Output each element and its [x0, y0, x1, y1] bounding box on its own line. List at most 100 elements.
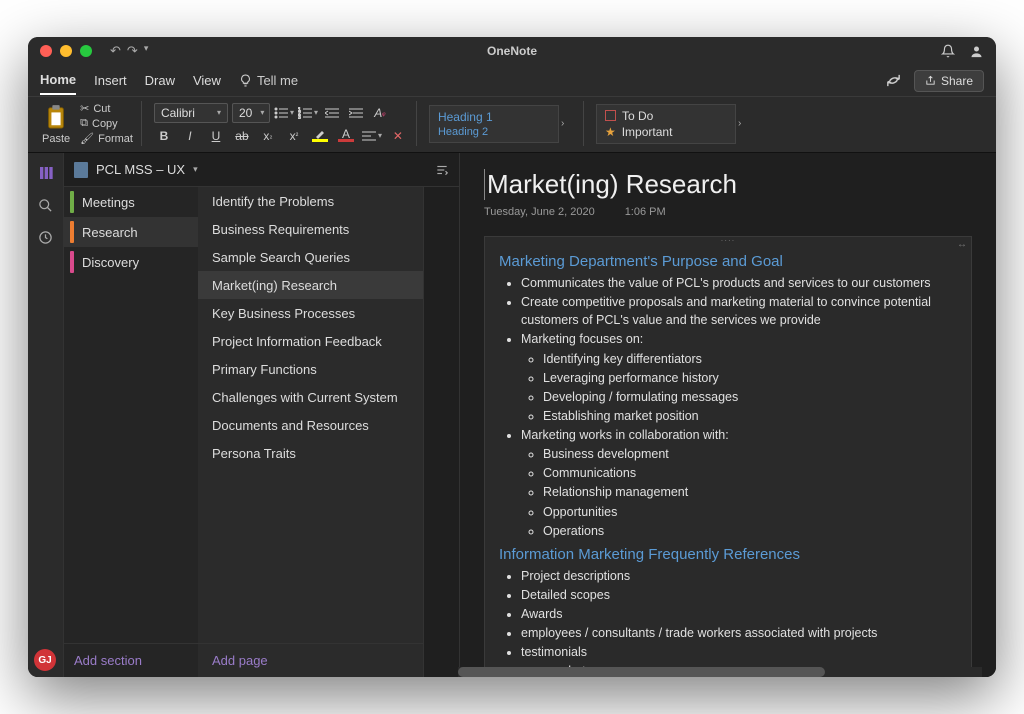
- container-drag-handle[interactable]: ····: [708, 236, 748, 242]
- page-item[interactable]: Project Information Feedback: [198, 327, 423, 355]
- sort-icon[interactable]: [435, 163, 449, 177]
- add-section-button[interactable]: Add section: [64, 643, 198, 677]
- page-canvas[interactable]: Market(ing) Research Tuesday, June 2, 20…: [460, 153, 996, 677]
- horizontal-scrollbar[interactable]: [458, 667, 982, 677]
- tab-view[interactable]: View: [193, 67, 221, 94]
- container-resize-handle[interactable]: ↔: [957, 239, 967, 250]
- page-item[interactable]: Market(ing) Research: [198, 271, 423, 299]
- tag-important[interactable]: ★Important: [605, 125, 727, 139]
- style-heading2[interactable]: Heading 2: [438, 126, 550, 138]
- page-title[interactable]: Market(ing) Research: [484, 169, 972, 200]
- share-button[interactable]: Share: [914, 70, 984, 92]
- page-item[interactable]: Documents and Resources: [198, 411, 423, 439]
- list-item[interactable]: Communications: [543, 464, 957, 482]
- avatar[interactable]: GJ: [34, 649, 56, 671]
- recent-icon[interactable]: [36, 227, 56, 247]
- copy-button[interactable]: ⧉Copy: [80, 117, 133, 130]
- list-item[interactable]: Marketing works in collaboration with:Bu…: [521, 426, 957, 540]
- qat-customize-icon[interactable]: ▾: [144, 43, 149, 59]
- format-painter-button[interactable]: 🖌Format: [80, 132, 133, 145]
- outdent-button[interactable]: [322, 103, 342, 123]
- section-item[interactable]: Meetings: [64, 187, 198, 217]
- page-item[interactable]: Primary Functions: [198, 355, 423, 383]
- tags-gallery[interactable]: To Do ★Important: [596, 104, 736, 144]
- list-item[interactable]: Opportunities: [543, 503, 957, 521]
- style-heading1[interactable]: Heading 1: [438, 110, 550, 124]
- search-icon[interactable]: [36, 195, 56, 215]
- notebook-selector[interactable]: PCL MSS – UX ▾: [64, 153, 459, 187]
- bullet-list[interactable]: Communicates the value of PCL's products…: [499, 274, 957, 540]
- sections-list: MeetingsResearchDiscovery Add section: [64, 187, 198, 677]
- page-item[interactable]: Challenges with Current System: [198, 383, 423, 411]
- styles-expand-icon[interactable]: ›: [561, 118, 575, 129]
- minimize-window-icon[interactable]: [60, 45, 72, 57]
- clear-formatting-button[interactable]: Aᵩ: [370, 103, 390, 123]
- close-window-icon[interactable]: [40, 45, 52, 57]
- delete-button[interactable]: ✕: [388, 127, 408, 145]
- align-button[interactable]: ▾: [362, 127, 382, 145]
- list-item[interactable]: Establishing market position: [543, 407, 957, 425]
- paste-label: Paste: [42, 133, 70, 145]
- tab-insert[interactable]: Insert: [94, 67, 127, 94]
- sub-bullet-list[interactable]: Business developmentCommunicationsRelati…: [521, 445, 957, 540]
- list-item[interactable]: Detailed scopes: [521, 586, 957, 604]
- section-item[interactable]: Discovery: [64, 247, 198, 277]
- notifications-icon[interactable]: [941, 44, 955, 59]
- bullet-list[interactable]: Project descriptionsDetailed scopesAward…: [499, 567, 957, 677]
- account-icon[interactable]: [969, 44, 984, 59]
- bullets-button[interactable]: ▾: [274, 103, 294, 123]
- content-heading[interactable]: Information Marketing Frequently Referen…: [499, 546, 957, 563]
- indent-button[interactable]: [346, 103, 366, 123]
- page-item[interactable]: Sample Search Queries: [198, 243, 423, 271]
- page-item[interactable]: Key Business Processes: [198, 299, 423, 327]
- list-item[interactable]: Create competitive proposals and marketi…: [521, 293, 957, 329]
- section-item[interactable]: Research: [64, 217, 198, 247]
- list-item[interactable]: Identifying key differentiators: [543, 350, 957, 368]
- note-container[interactable]: ···· ↔ Marketing Department's Purpose an…: [484, 236, 972, 677]
- styles-gallery[interactable]: Heading 1 Heading 2: [429, 105, 559, 143]
- sync-icon[interactable]: [885, 72, 902, 89]
- list-item[interactable]: employees / consultants / trade workers …: [521, 624, 957, 642]
- list-item[interactable]: Relationship management: [543, 483, 957, 501]
- content-heading[interactable]: Marketing Department's Purpose and Goal: [499, 253, 957, 270]
- list-item[interactable]: Business development: [543, 445, 957, 463]
- add-page-button[interactable]: Add page: [198, 643, 423, 677]
- list-item[interactable]: Operations: [543, 522, 957, 540]
- list-item[interactable]: Leveraging performance history: [543, 369, 957, 387]
- page-time[interactable]: 1:06 PM: [625, 206, 666, 218]
- star-icon: ★: [605, 125, 616, 139]
- sub-bullet-list[interactable]: Identifying key differentiatorsLeveragin…: [521, 350, 957, 426]
- page-item[interactable]: Persona Traits: [198, 439, 423, 467]
- page-date[interactable]: Tuesday, June 2, 2020: [484, 206, 595, 218]
- page-item[interactable]: Identify the Problems: [198, 187, 423, 215]
- cut-button[interactable]: ✂Cut: [80, 102, 133, 115]
- redo-icon[interactable]: ↷: [127, 43, 138, 59]
- font-color-button[interactable]: A▾: [336, 127, 356, 145]
- subscript-button[interactable]: x₂: [258, 127, 278, 145]
- tell-me-search[interactable]: Tell me: [239, 73, 298, 88]
- zoom-window-icon[interactable]: [80, 45, 92, 57]
- list-item[interactable]: Marketing focuses on:Identifying key dif…: [521, 330, 957, 425]
- notebooks-icon[interactable]: [36, 163, 56, 183]
- list-item[interactable]: Project descriptions: [521, 567, 957, 585]
- underline-button[interactable]: U: [206, 127, 226, 145]
- tag-todo[interactable]: To Do: [605, 109, 727, 123]
- numbering-button[interactable]: 123▾: [298, 103, 318, 123]
- superscript-button[interactable]: x²: [284, 127, 304, 145]
- font-family-select[interactable]: Calibri▾: [154, 103, 228, 123]
- highlight-button[interactable]: ▾: [310, 127, 330, 145]
- font-size-select[interactable]: 20▾: [232, 103, 270, 123]
- list-item[interactable]: Awards: [521, 605, 957, 623]
- tab-draw[interactable]: Draw: [145, 67, 175, 94]
- undo-icon[interactable]: ↶: [110, 43, 121, 59]
- list-item[interactable]: testimonials: [521, 643, 957, 661]
- list-item[interactable]: Communicates the value of PCL's products…: [521, 274, 957, 292]
- tab-home[interactable]: Home: [40, 66, 76, 95]
- bold-button[interactable]: B: [154, 127, 174, 145]
- page-item[interactable]: Business Requirements: [198, 215, 423, 243]
- strikethrough-button[interactable]: ab: [232, 127, 252, 145]
- italic-button[interactable]: I: [180, 127, 200, 145]
- list-item[interactable]: Developing / formulating messages: [543, 388, 957, 406]
- tags-expand-icon[interactable]: ›: [738, 118, 752, 129]
- paste-button[interactable]: Paste: [36, 101, 76, 147]
